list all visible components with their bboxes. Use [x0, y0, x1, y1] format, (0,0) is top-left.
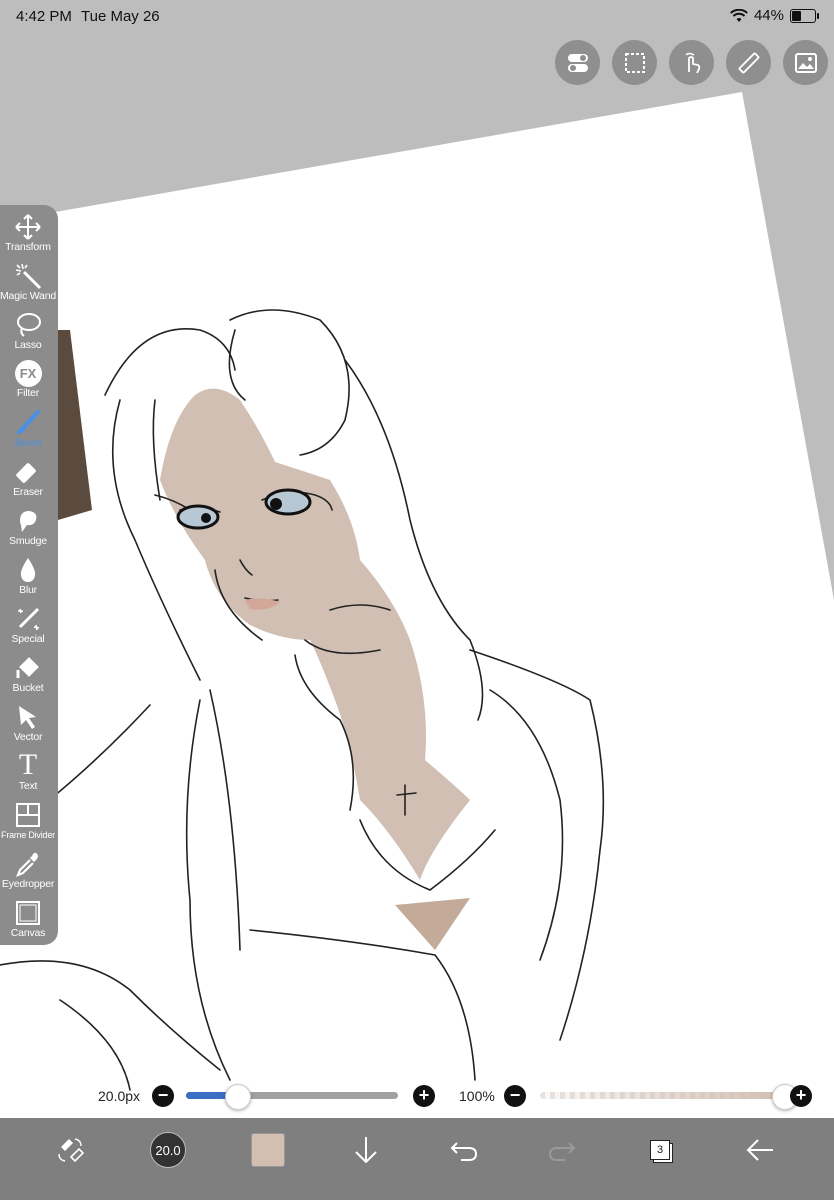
tool-eraser[interactable]: Eraser — [0, 456, 56, 504]
color-button[interactable] — [246, 1128, 290, 1172]
tool-magic-wand[interactable]: Magic Wand — [0, 260, 56, 308]
layers-button[interactable]: 3 — [638, 1128, 682, 1172]
tool-brush[interactable]: Brush — [0, 407, 56, 455]
canvas-paper — [0, 92, 834, 1200]
ruler-button[interactable] — [726, 40, 771, 85]
smudge-icon — [20, 511, 37, 532]
opacity-value: 100% — [459, 1088, 495, 1104]
bucket-icon — [16, 657, 39, 678]
size-decrease-button[interactable]: − — [152, 1085, 174, 1107]
brush-settings-button[interactable]: 20.0 — [146, 1128, 190, 1172]
layer-transfer-button[interactable] — [344, 1128, 388, 1172]
size-slider-knob[interactable] — [224, 1084, 251, 1110]
left-eye — [176, 504, 220, 530]
bottom-bar: 20.0 3 — [0, 1118, 834, 1200]
selection-button[interactable] — [612, 40, 657, 85]
tool-smudge[interactable]: Smudge — [0, 505, 56, 553]
toggle-icon — [567, 53, 588, 72]
undo-button[interactable] — [442, 1128, 486, 1172]
tool-label: Brush — [14, 437, 42, 449]
tool-lasso[interactable]: Lasso — [0, 309, 56, 357]
swap-tool-icon — [58, 1138, 85, 1163]
layers-count: 3 — [650, 1140, 670, 1160]
opacity-decrease-button[interactable]: − — [504, 1085, 526, 1107]
gesture-icon — [685, 52, 700, 73]
opacity-increase-button[interactable]: + — [790, 1085, 812, 1107]
redo-icon — [548, 1142, 576, 1161]
tool-label: Blur — [19, 584, 37, 596]
text-icon: T — [18, 748, 38, 781]
back-button[interactable] — [738, 1128, 782, 1172]
tool-canvas[interactable]: Canvas — [0, 897, 56, 945]
material-button[interactable] — [783, 40, 828, 85]
ruler-icon — [738, 52, 759, 73]
selection-icon — [624, 52, 645, 73]
eyedropper-icon — [16, 852, 38, 877]
blur-drop-icon — [20, 558, 36, 582]
tool-label: Filter — [16, 387, 40, 399]
tool-bucket[interactable]: Bucket — [0, 652, 56, 700]
color-swatch — [251, 1133, 285, 1167]
gesture-button[interactable] — [669, 40, 714, 85]
magic-wand-icon — [15, 263, 42, 290]
canvas-icon — [16, 901, 40, 925]
tool-label: Eyedropper — [1, 878, 55, 890]
drawing-canvas[interactable] — [0, 0, 834, 1200]
brush-icon — [17, 410, 40, 434]
tool-label: Special — [11, 633, 45, 645]
fx-icon: FX — [14, 360, 42, 387]
undo-icon — [450, 1142, 478, 1161]
tool-label: Frame Divider — [1, 830, 55, 840]
brush-size-value: 20.0px — [98, 1088, 141, 1104]
tool-frame-divider[interactable]: Frame Divider — [0, 799, 56, 847]
tool-label: Smudge — [9, 535, 47, 547]
size-slider-track[interactable] — [186, 1092, 398, 1099]
top-tools — [555, 40, 828, 85]
tool-vector[interactable]: Vector — [0, 701, 56, 749]
size-increase-button[interactable]: + — [413, 1085, 435, 1107]
tool-eyedropper[interactable]: Eyedropper — [0, 848, 56, 896]
brush-size-indicator: 20.0 — [150, 1132, 186, 1168]
move-arrows-icon — [15, 214, 41, 240]
frame-divider-icon — [16, 803, 40, 827]
tool-label: Lasso — [14, 339, 42, 351]
tool-label: Eraser — [13, 486, 43, 498]
tool-label: Magic Wand — [0, 290, 56, 302]
brush-eraser-swap-button[interactable] — [48, 1128, 92, 1172]
opacity-slider-fill — [540, 1092, 784, 1099]
arrow-left-icon — [746, 1139, 773, 1161]
redo-button[interactable] — [540, 1128, 584, 1172]
tool-label: Text — [18, 780, 38, 792]
arrow-down-icon — [355, 1137, 377, 1164]
tool-filter[interactable]: FX Filter — [0, 358, 56, 406]
special-icon — [18, 607, 40, 631]
toggle-button[interactable] — [555, 40, 600, 85]
lasso-icon — [17, 313, 41, 337]
tool-blur[interactable]: Blur — [0, 554, 56, 602]
vector-arrow-icon — [19, 706, 36, 729]
tool-label: Transform — [5, 241, 51, 253]
tool-label: Vector — [13, 731, 43, 743]
tool-label: Bucket — [12, 682, 44, 694]
tool-text[interactable]: T Text — [0, 750, 56, 798]
tool-palette: Transform Magic Wand Lasso FX Filter Bru… — [0, 205, 58, 945]
opacity-slider-track[interactable] — [540, 1092, 784, 1099]
tool-label: Canvas — [10, 927, 46, 939]
tool-transform[interactable]: Transform — [0, 211, 56, 259]
material-icon — [794, 52, 817, 73]
eraser-icon — [16, 463, 36, 483]
tool-special[interactable]: Special — [0, 603, 56, 651]
